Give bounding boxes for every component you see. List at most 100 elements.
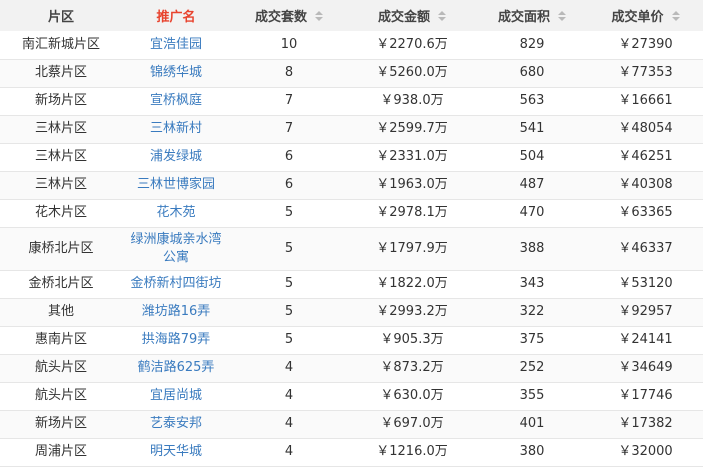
- project-link[interactable]: 拱海路79弄: [142, 332, 211, 347]
- header-project-name: 推广名: [122, 0, 230, 31]
- table-row: 周浦片区 明天华城 4 ￥1216.0万 380 ￥32000: [0, 438, 703, 466]
- cell-count: 4: [284, 444, 294, 459]
- sort-updown-icon[interactable]: [558, 10, 566, 21]
- cell-area: 563: [519, 93, 545, 108]
- cell-amount: ￥938.0万: [380, 93, 444, 108]
- cell-project-name: 三林新村: [122, 115, 230, 143]
- cell-unit-price: ￥63365: [618, 205, 673, 220]
- project-link[interactable]: 金桥新村四街坊: [130, 276, 221, 291]
- cell-project-name: 锦绣华城: [122, 59, 230, 87]
- table-row: 其他 潍坊路16弄 5 ￥2993.2万 322 ￥92957: [0, 298, 703, 326]
- cell-area: 541: [519, 121, 545, 136]
- project-link[interactable]: 宜居尚城: [150, 388, 202, 403]
- cell-amount: ￥873.2万: [380, 360, 444, 375]
- cell-area: 470: [519, 205, 545, 220]
- cell-amount: ￥905.3万: [380, 332, 444, 347]
- header-project-label: 推广名: [156, 10, 196, 25]
- cell-unit-price: ￥53120: [618, 276, 673, 291]
- cell-count: 4: [284, 360, 294, 375]
- project-link[interactable]: 宜浩佳园: [150, 37, 202, 52]
- project-link[interactable]: 浦发绿城: [150, 149, 202, 164]
- project-link[interactable]: 潍坊路16弄: [142, 304, 211, 319]
- cell-count: 5: [284, 205, 294, 220]
- table-row: 三林片区 三林新村 7 ￥2599.7万 541 ￥48054: [0, 115, 703, 143]
- project-link[interactable]: 绿洲康城亲水湾公寓: [130, 232, 221, 265]
- table-row: 航头片区 宜居尚城 4 ￥630.0万 355 ￥17746: [0, 382, 703, 410]
- cell-unit-price: ￥24141: [618, 332, 673, 347]
- table-row: 康桥北片区 绿洲康城亲水湾公寓 5 ￥1797.9万 388 ￥46337: [0, 227, 703, 270]
- cell-area: 252: [519, 360, 545, 375]
- cell-area: 680: [519, 65, 545, 80]
- header-area-sortable[interactable]: 成交面积: [476, 0, 588, 31]
- cell-amount: ￥697.0万: [380, 416, 444, 431]
- cell-project-name: 艺泰安邦: [122, 410, 230, 438]
- cell-amount: ￥1822.0万: [376, 276, 448, 291]
- header-count-sortable[interactable]: 成交套数: [230, 0, 348, 31]
- cell-district: 新场片区: [34, 93, 87, 108]
- header-area-label: 成交面积: [497, 10, 550, 25]
- cell-project-name: 宜居尚城: [122, 382, 230, 410]
- cell-amount: ￥2978.1万: [376, 205, 448, 220]
- cell-amount: ￥1963.0万: [376, 177, 448, 192]
- table-header: 片区 推广名 成交套数 成交金额 成交面积 成交单价: [0, 0, 703, 31]
- header-amount-sortable[interactable]: 成交金额: [348, 0, 476, 31]
- cell-unit-price: ￥46337: [618, 240, 673, 256]
- cell-amount: ￥1797.9万: [376, 240, 448, 256]
- project-link[interactable]: 锦绣华城: [150, 65, 202, 80]
- cell-unit-price: ￥17382: [618, 416, 673, 431]
- sort-updown-icon[interactable]: [671, 10, 680, 21]
- cell-district: 周浦片区: [34, 444, 87, 459]
- cell-district: 其他: [47, 304, 74, 319]
- table-row: 花木片区 花木苑 5 ￥2978.1万 470 ￥63365: [0, 199, 703, 227]
- cell-count: 4: [284, 388, 294, 403]
- cell-count: 7: [284, 93, 294, 108]
- table-row: 北蔡片区 锦绣华城 8 ￥5260.0万 680 ￥77353: [0, 59, 703, 87]
- cell-project-name: 潍坊路16弄: [122, 298, 230, 326]
- sort-updown-icon[interactable]: [315, 10, 323, 21]
- project-link[interactable]: 三林世博家园: [137, 177, 215, 192]
- cell-district: 金桥北片区: [28, 276, 94, 291]
- cell-project-name: 拱海路79弄: [122, 326, 230, 354]
- table-row: 三林片区 浦发绿城 6 ￥2331.0万 504 ￥46251: [0, 143, 703, 171]
- sort-updown-icon[interactable]: [438, 10, 446, 21]
- table-row: 新场片区 艺泰安邦 4 ￥697.0万 401 ￥17382: [0, 410, 703, 438]
- cell-project-name: 鹤洁路625弄: [122, 354, 230, 382]
- cell-area: 401: [519, 416, 545, 431]
- project-link[interactable]: 艺泰安邦: [150, 416, 202, 431]
- cell-amount: ￥1216.0万: [376, 444, 448, 459]
- project-link[interactable]: 花木苑: [156, 205, 195, 220]
- cell-district: 南汇新城片区: [21, 36, 100, 52]
- cell-unit-price: ￥46251: [618, 149, 673, 164]
- cell-area: 487: [519, 177, 545, 192]
- cell-unit-price: ￥34649: [618, 360, 673, 375]
- project-link[interactable]: 鹤洁路625弄: [138, 360, 215, 375]
- cell-amount: ￥2993.2万: [376, 304, 448, 319]
- cell-district: 惠南片区: [34, 332, 87, 347]
- table-row: 金桥北片区 金桥新村四街坊 5 ￥1822.0万 343 ￥53120: [0, 270, 703, 298]
- cell-area: 322: [519, 304, 545, 319]
- cell-district: 康桥北片区: [28, 240, 94, 256]
- table-row: 三林片区 三林世博家园 6 ￥1963.0万 487 ￥40308: [0, 171, 703, 199]
- cell-amount: ￥630.0万: [380, 388, 444, 403]
- cell-district: 花木片区: [34, 205, 87, 220]
- project-link[interactable]: 三林新村: [150, 121, 202, 136]
- cell-district: 三林片区: [34, 149, 87, 164]
- cell-count: 8: [284, 65, 294, 80]
- cell-count: 6: [284, 149, 294, 164]
- header-unit-price-label: 成交单价: [611, 10, 664, 25]
- project-link[interactable]: 宣桥枫庭: [150, 93, 202, 108]
- cell-unit-price: ￥32000: [618, 444, 673, 459]
- cell-project-name: 宜浩佳园: [122, 31, 230, 59]
- table-row: 新场片区 宣桥枫庭 7 ￥938.0万 563 ￥16661: [0, 87, 703, 115]
- cell-project-name: 金桥新村四街坊: [122, 270, 230, 298]
- header-unit-price-sortable[interactable]: 成交单价: [588, 0, 703, 31]
- cell-count: 5: [284, 276, 294, 291]
- header-district-label: 片区: [47, 10, 74, 25]
- cell-district: 北蔡片区: [34, 65, 87, 80]
- header-district: 片区: [0, 0, 122, 31]
- cell-project-name: 浦发绿城: [122, 143, 230, 171]
- cell-amount: ￥2599.7万: [376, 121, 448, 136]
- cell-area: 355: [519, 388, 545, 403]
- cell-count: 10: [280, 36, 298, 52]
- project-link[interactable]: 明天华城: [150, 444, 202, 459]
